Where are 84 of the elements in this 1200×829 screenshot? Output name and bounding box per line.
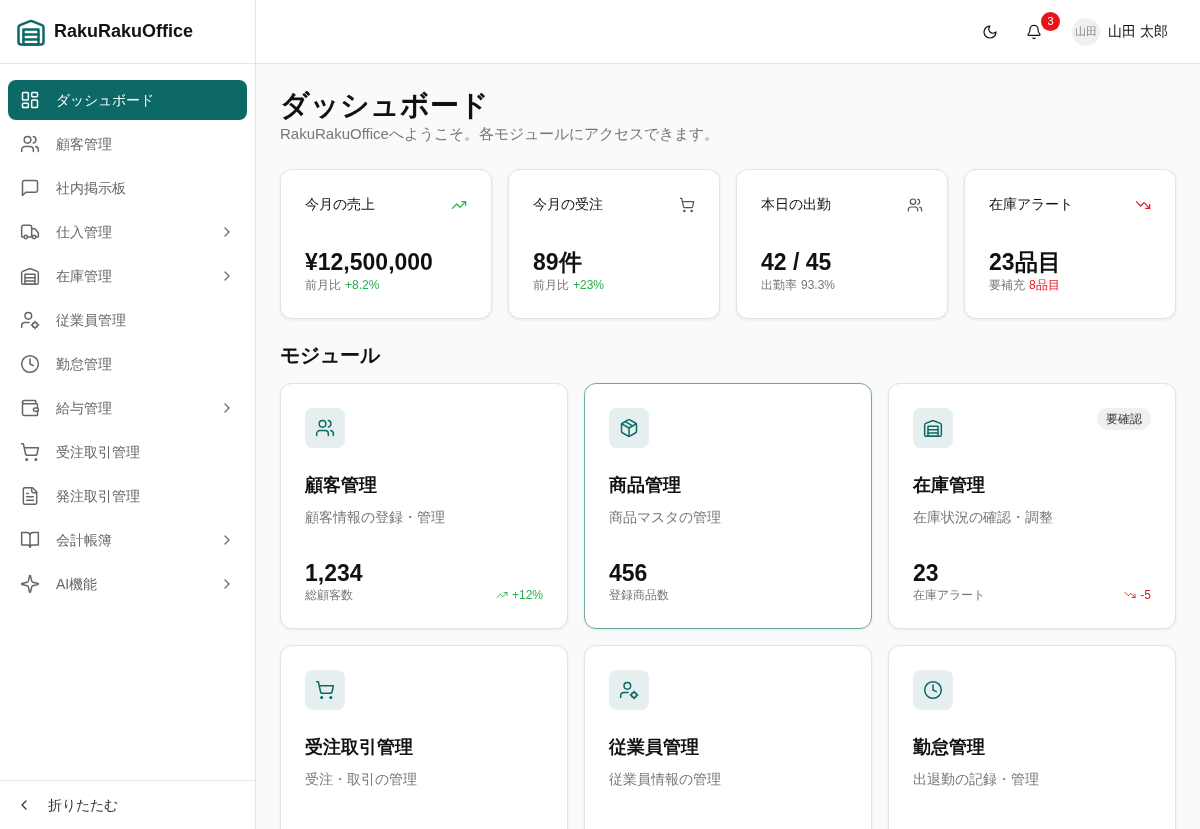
module-count: 456	[609, 561, 649, 587]
stat-note-label: 前月比	[533, 277, 569, 295]
module-title: 在庫管理	[913, 474, 986, 498]
sidebar-item[interactable]: 従業員管理	[8, 300, 247, 340]
cart-icon	[679, 196, 695, 213]
sidebar-item[interactable]: ダッシュボード	[8, 80, 247, 120]
sidebar-item[interactable]: 社内掲示板	[8, 168, 247, 208]
notification-count: 3	[1041, 11, 1061, 31]
module-card[interactable]: 商品管理 商品マスタの管理 456 登録商品数	[584, 383, 872, 630]
user-gear-icon	[619, 680, 639, 701]
stat-value: 89件	[533, 248, 583, 277]
user-gear-icon	[20, 310, 40, 330]
stat-note-value: 93.3%	[801, 277, 836, 295]
module-count-label: 登録商品数	[609, 587, 669, 605]
stat-note-label: 出勤率	[761, 277, 797, 295]
clock-icon	[20, 354, 40, 374]
module-description: 在庫状況の確認・調整	[913, 508, 1054, 528]
stat-value: 42 / 45	[761, 248, 833, 277]
stat-note-value: 8品目	[1029, 277, 1060, 295]
avatar[interactable]: 山田	[1072, 17, 1101, 46]
module-description: 商品マスタの管理	[609, 508, 722, 528]
stat-title: 本日の出勤	[761, 195, 831, 215]
chat-icon	[20, 178, 40, 198]
module-count-label: 総顧客数	[305, 587, 353, 605]
module-card[interactable]: 要確認 在庫管理 在庫状況の確認・調整 23 在庫アラート -5	[888, 383, 1176, 630]
sidebar-item[interactable]: 勤怠管理	[8, 344, 247, 384]
module-count: 1,234	[305, 561, 364, 587]
moon-icon	[982, 23, 999, 40]
notification-icon	[1026, 23, 1043, 40]
dashboard-icon	[20, 90, 40, 110]
warehouse-icon	[923, 418, 943, 439]
module-trend: +12%	[511, 587, 543, 605]
sidebar-item[interactable]: 発注取引管理	[8, 476, 247, 516]
sidebar-item[interactable]: 給与管理	[8, 388, 247, 428]
cart-icon	[20, 442, 40, 462]
sidebar-item[interactable]: 受注取引管理	[8, 432, 247, 472]
stat-title: 今月の売上	[305, 195, 375, 215]
sidebar-item[interactable]: 会計帳簿	[8, 520, 247, 560]
status-tag: 要確認	[1097, 408, 1151, 431]
book-icon	[20, 530, 40, 550]
module-description: 受注・取引の管理	[305, 770, 418, 790]
cart-icon	[315, 680, 335, 701]
document-icon	[20, 486, 40, 506]
module-title: 商品管理	[609, 474, 682, 498]
module-card[interactable]: 従業員管理 従業員情報の管理	[584, 645, 872, 829]
sidebar-item[interactable]: 顧客管理	[8, 124, 247, 164]
clock-icon	[923, 680, 943, 701]
sparkle-icon	[20, 574, 40, 594]
module-card[interactable]: 受注取引管理 受注・取引の管理	[280, 645, 568, 829]
truck-icon	[20, 222, 40, 242]
stat-title: 今月の受注	[533, 195, 603, 215]
stat-note-value: +23%	[573, 277, 605, 295]
module-card[interactable]: 顧客管理 顧客情報の登録・管理 1,234 総顧客数 +12%	[280, 383, 568, 630]
module-card[interactable]: 勤怠管理 出退勤の記録・管理	[888, 645, 1176, 829]
module-title: 顧客管理	[305, 474, 378, 498]
warehouse-icon	[20, 266, 40, 286]
users-icon	[20, 134, 40, 154]
app-logo-text: RakuRakuOffice	[54, 20, 194, 43]
module-description: 従業員情報の管理	[609, 770, 722, 790]
page-title: ダッシュボード	[280, 88, 490, 123]
wallet-icon	[20, 398, 40, 418]
users-icon	[315, 418, 335, 439]
page-subtitle: RakuRakuOfficeへようこそ。各モジュールにアクセスできます。	[280, 123, 720, 144]
sidebar-item[interactable]: AI機能	[8, 564, 247, 604]
user-name[interactable]: 山田 太郎	[1108, 21, 1168, 42]
module-count: 23	[913, 561, 940, 587]
stat-note-label: 要補充	[989, 277, 1025, 295]
stat-value: 23品目	[989, 248, 1062, 277]
package-icon	[619, 418, 639, 439]
module-description: 顧客情報の登録・管理	[305, 508, 446, 528]
module-title: 従業員管理	[609, 736, 700, 760]
module-description: 出退勤の記録・管理	[913, 770, 1040, 790]
stat-value: ¥12,500,000	[305, 248, 434, 277]
module-count-label: 在庫アラート	[913, 587, 985, 605]
section-heading: モジュール	[280, 343, 382, 368]
sidebar-item[interactable]: 在庫管理	[8, 256, 247, 296]
stat-note-label: 前月比	[305, 277, 341, 295]
module-trend: -5	[1140, 587, 1151, 605]
sidebar-item[interactable]: 仕入管理	[8, 212, 247, 252]
stat-title: 在庫アラート	[989, 195, 1073, 215]
module-title: 勤怠管理	[913, 736, 986, 760]
users-icon	[907, 196, 923, 213]
stat-note-value: +8.2%	[345, 277, 380, 295]
module-title: 受注取引管理	[305, 736, 414, 760]
